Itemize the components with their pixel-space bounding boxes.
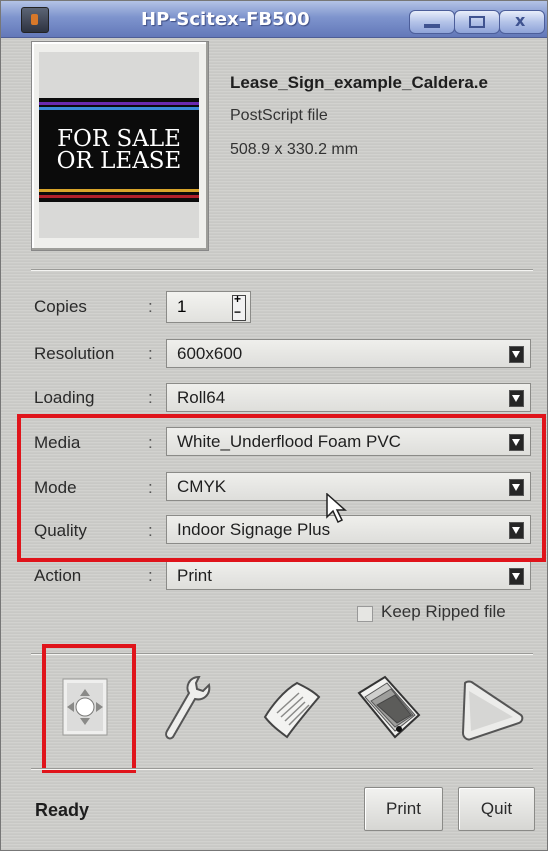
- status-text: Ready: [35, 800, 90, 820]
- preview-bottom-band: [39, 202, 199, 238]
- action-value: Print: [177, 566, 212, 585]
- resolution-dropdown[interactable]: 600x600: [166, 339, 531, 368]
- copies-label: Copies: [34, 297, 87, 316]
- wrench-icon[interactable]: [159, 673, 215, 745]
- close-button[interactable]: x: [499, 10, 545, 34]
- minimize-button[interactable]: [409, 10, 455, 34]
- preview-sign-text: FOR SALE OR LEASE: [39, 126, 199, 174]
- resolution-colon: :: [148, 344, 153, 363]
- action-colon: :: [148, 566, 153, 585]
- file-type: PostScript file: [230, 107, 328, 124]
- file-preview: FOR SALE OR LEASE: [31, 41, 209, 251]
- preview-line-1: FOR SALE: [57, 126, 181, 152]
- highlight-box: [17, 414, 546, 562]
- preview-stripe: [39, 195, 199, 198]
- preview-top-band: [39, 52, 199, 98]
- paper-icon[interactable]: [257, 677, 323, 743]
- stepper-buttons-icon[interactable]: [232, 292, 246, 321]
- divider: [31, 269, 533, 271]
- app-icon[interactable]: [21, 7, 49, 33]
- file-name: Lease_Sign_example_Caldera.e: [230, 73, 488, 92]
- maximize-icon: [469, 16, 485, 28]
- keep-ripped-checkbox[interactable]: [357, 606, 373, 622]
- close-icon: x: [515, 11, 526, 30]
- resolution-label: Resolution: [34, 344, 115, 363]
- loading-label: Loading: [34, 388, 95, 407]
- print-button[interactable]: Print: [364, 787, 443, 831]
- preview-stripe: [39, 107, 199, 110]
- preview-stripe: [39, 189, 199, 192]
- chevron-down-icon[interactable]: [509, 390, 524, 407]
- loading-value: Roll64: [177, 388, 226, 407]
- maximize-button[interactable]: [454, 10, 500, 34]
- chevron-down-icon[interactable]: [509, 346, 524, 363]
- copies-stepper[interactable]: 1: [166, 291, 251, 323]
- mouse-cursor-icon: [326, 493, 347, 524]
- copies-value[interactable]: 1: [177, 297, 186, 317]
- window-title: HP-Scitex-FB500: [141, 9, 310, 30]
- preview-stripe: [39, 102, 199, 105]
- loading-colon: :: [148, 388, 153, 407]
- divider: [31, 768, 533, 770]
- color-swatch-icon[interactable]: [355, 671, 427, 747]
- preview-image: FOR SALE OR LEASE: [39, 52, 199, 238]
- title-bar[interactable]: HP-Scitex-FB500 x: [1, 1, 547, 38]
- chevron-down-icon[interactable]: [509, 568, 524, 585]
- loading-dropdown[interactable]: Roll64: [166, 383, 531, 412]
- keep-ripped-label[interactable]: Keep Ripped file: [381, 602, 506, 622]
- action-dropdown[interactable]: Print: [166, 561, 531, 590]
- preview-line-2: OR LEASE: [56, 148, 182, 174]
- resolution-value: 600x600: [177, 344, 243, 363]
- copies-colon: :: [148, 297, 153, 316]
- highlight-box: [42, 644, 136, 773]
- minimize-icon: [424, 24, 440, 28]
- action-label: Action: [34, 566, 82, 585]
- file-size: 508.9 x 330.2 mm: [230, 141, 359, 158]
- quit-button[interactable]: Quit: [458, 787, 535, 831]
- app-window: HP-Scitex-FB500 x FOR SALE OR LEASE Leas…: [0, 0, 548, 851]
- cone-icon[interactable]: [457, 677, 525, 743]
